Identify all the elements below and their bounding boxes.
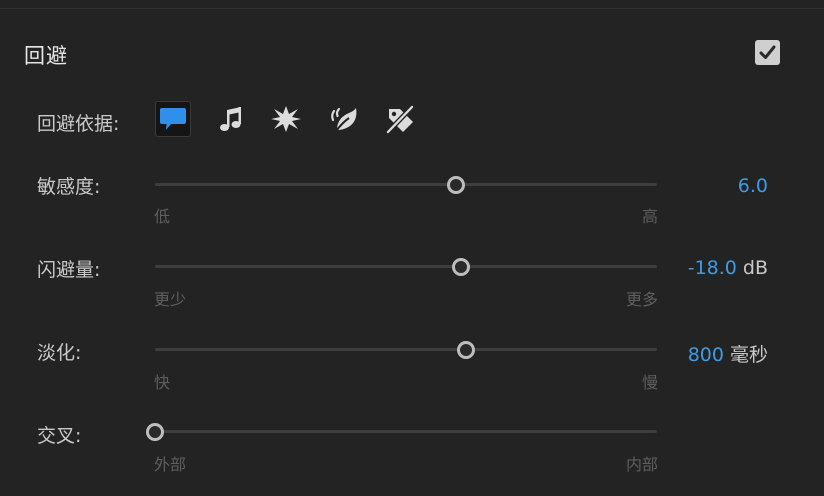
panel-title: 回避: [24, 44, 68, 68]
fades-value-number[interactable]: 800: [688, 344, 724, 366]
sensitivity-slider-track[interactable]: [155, 183, 657, 186]
sensitivity-value[interactable]: 6.0: [738, 175, 768, 197]
fades-label: 淡化:: [37, 342, 82, 364]
duck-amount-min-label: 更少: [154, 290, 187, 309]
duck-against-label: 回避依据:: [37, 113, 120, 135]
sensitivity-slider-thumb[interactable]: [447, 175, 466, 194]
enable-checkbox[interactable]: [755, 40, 780, 65]
sensitivity-min-label: 低: [154, 207, 171, 226]
crossover-slider-thumb[interactable]: [146, 422, 164, 441]
duck-amount-max-label: 更多: [625, 290, 658, 309]
ambience-icon: [331, 107, 357, 131]
fades-value[interactable]: 800 毫秒: [688, 340, 768, 367]
duck-amount-slider-thumb[interactable]: [452, 257, 471, 276]
duck-amount-value[interactable]: -18.0 dB: [688, 257, 768, 279]
untagged-audio-icon: [386, 105, 414, 134]
crossover-slider-track[interactable]: [155, 430, 657, 433]
duck-amount-slider-track[interactable]: [155, 265, 657, 268]
music-button[interactable]: [213, 101, 249, 137]
ambience-button[interactable]: [326, 101, 362, 137]
duck-amount-value-number[interactable]: -18.0: [688, 257, 737, 279]
fades-slider-thumb[interactable]: [457, 340, 476, 359]
duck-amount-unit: dB: [742, 257, 768, 279]
sensitivity-label: 敏感度:: [37, 176, 101, 198]
panel-divider: [0, 8, 824, 9]
duck-amount-label: 闪避量:: [37, 259, 101, 281]
fades-unit: 毫秒: [729, 344, 768, 366]
crossover-max-label: 内部: [625, 455, 658, 474]
fades-max-label: 慢: [641, 373, 658, 392]
dialogue-button[interactable]: [155, 101, 191, 137]
sound-effects-button[interactable]: [268, 101, 304, 137]
fades-slider-track[interactable]: [155, 348, 657, 351]
sensitivity-max-label: 高: [641, 207, 658, 226]
sensitivity-value-number[interactable]: 6.0: [738, 175, 768, 197]
crossover-label: 交叉:: [37, 425, 82, 447]
speech-bubble-icon: [160, 108, 186, 130]
checkmark-icon: [759, 45, 776, 59]
music-note-icon: [220, 107, 241, 131]
fades-min-label: 快: [154, 373, 171, 392]
crossover-min-label: 外部: [154, 455, 187, 474]
sound-effects-burst-icon: [271, 106, 301, 132]
untagged-button[interactable]: [383, 101, 419, 137]
